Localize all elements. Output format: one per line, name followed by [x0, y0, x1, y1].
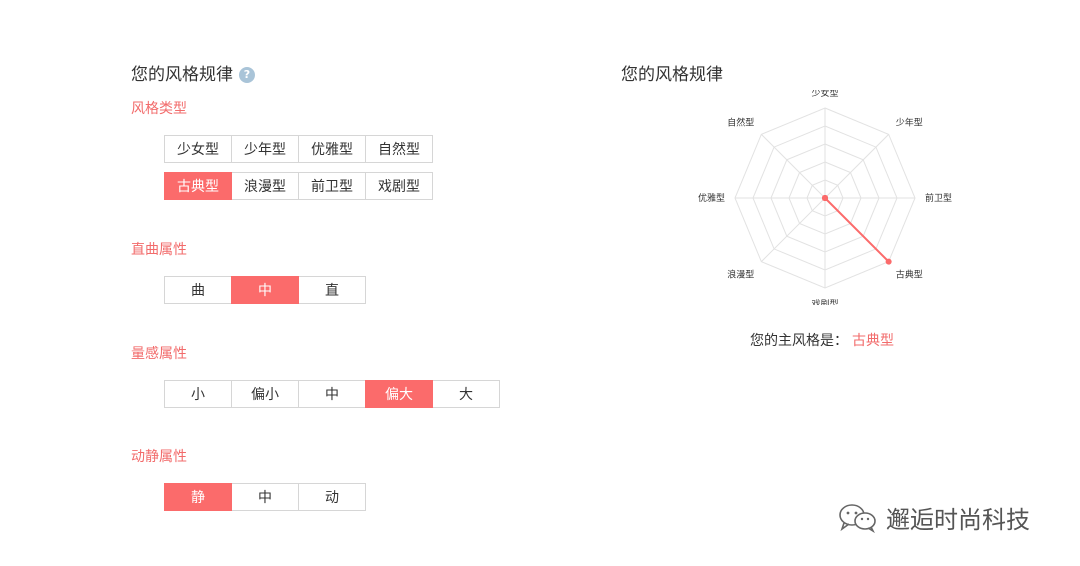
section-label-straight-curve: 直曲属性: [131, 242, 187, 258]
radar-axis-label: 浪漫型: [727, 269, 754, 281]
option-zhi[interactable]: 直: [298, 276, 366, 304]
option-gudian[interactable]: 古典型: [164, 172, 232, 200]
section-label-style-type: 风格类型: [131, 101, 187, 117]
right-panel-title: 您的风格规律: [621, 65, 723, 85]
wechat-icon: [839, 503, 876, 533]
main-style-label: 您的主风格是：: [750, 333, 848, 349]
option-pianda[interactable]: 偏大: [365, 380, 433, 408]
help-icon[interactable]: ?: [239, 67, 255, 83]
option-shaonv[interactable]: 少女型: [164, 135, 232, 163]
option-ziran[interactable]: 自然型: [365, 135, 433, 163]
radar-data-point: [885, 258, 892, 265]
radar-axis-label: 前卫型: [925, 192, 952, 204]
watermark-text: 邂逅时尚科技: [886, 506, 1030, 534]
option-xiju[interactable]: 戏剧型: [365, 172, 433, 200]
main-style-value: 古典型: [852, 333, 894, 349]
option-pianxiao[interactable]: 偏小: [231, 380, 299, 408]
section-label-volume: 量感属性: [131, 346, 187, 362]
option-qu[interactable]: 曲: [164, 276, 232, 304]
style-type-row-2: 古典型 浪漫型 前卫型 戏剧型: [164, 172, 433, 200]
watermark: 邂逅时尚科技: [838, 500, 1030, 535]
option-shaonian[interactable]: 少年型: [231, 135, 299, 163]
option-youya[interactable]: 优雅型: [298, 135, 366, 163]
radar-axis-label: 古典型: [896, 269, 923, 281]
motion-row: 静 中 动: [164, 483, 366, 511]
section-label-motion: 动静属性: [131, 449, 187, 465]
straight-curve-row: 曲 中 直: [164, 276, 366, 304]
radar-axis-label: 自然型: [727, 116, 754, 128]
option-xiao[interactable]: 小: [164, 380, 232, 408]
radar-axis-label: 少年型: [896, 116, 923, 128]
option-jing[interactable]: 静: [164, 483, 232, 511]
left-title-text: 您的风格规律: [131, 65, 233, 85]
option-dong[interactable]: 动: [298, 483, 366, 511]
option-qianwei[interactable]: 前卫型: [298, 172, 366, 200]
left-panel-title: 您的风格规律?: [131, 60, 255, 85]
option-zhong-3[interactable]: 中: [231, 483, 299, 511]
radar-chart: 少女型少年型前卫型古典型戏剧型 浪漫型 优雅型 自然型: [698, 90, 952, 305]
style-type-row-1: 少女型 少年型 优雅型 自然型: [164, 135, 433, 163]
radar-axis-label: 少女型: [811, 90, 838, 99]
radar-axis-label: 戏剧型: [811, 298, 838, 305]
volume-row: 小 偏小 中 偏大 大: [164, 380, 500, 408]
option-langman[interactable]: 浪漫型: [231, 172, 299, 200]
radar-axis-label: 优雅型: [698, 192, 725, 204]
radar-data-point: [822, 195, 828, 201]
option-zhong-1[interactable]: 中: [231, 276, 299, 304]
main-style-line: 您的主风格是： 古典型: [750, 330, 894, 350]
option-da[interactable]: 大: [432, 380, 500, 408]
option-zhong-2[interactable]: 中: [298, 380, 366, 408]
